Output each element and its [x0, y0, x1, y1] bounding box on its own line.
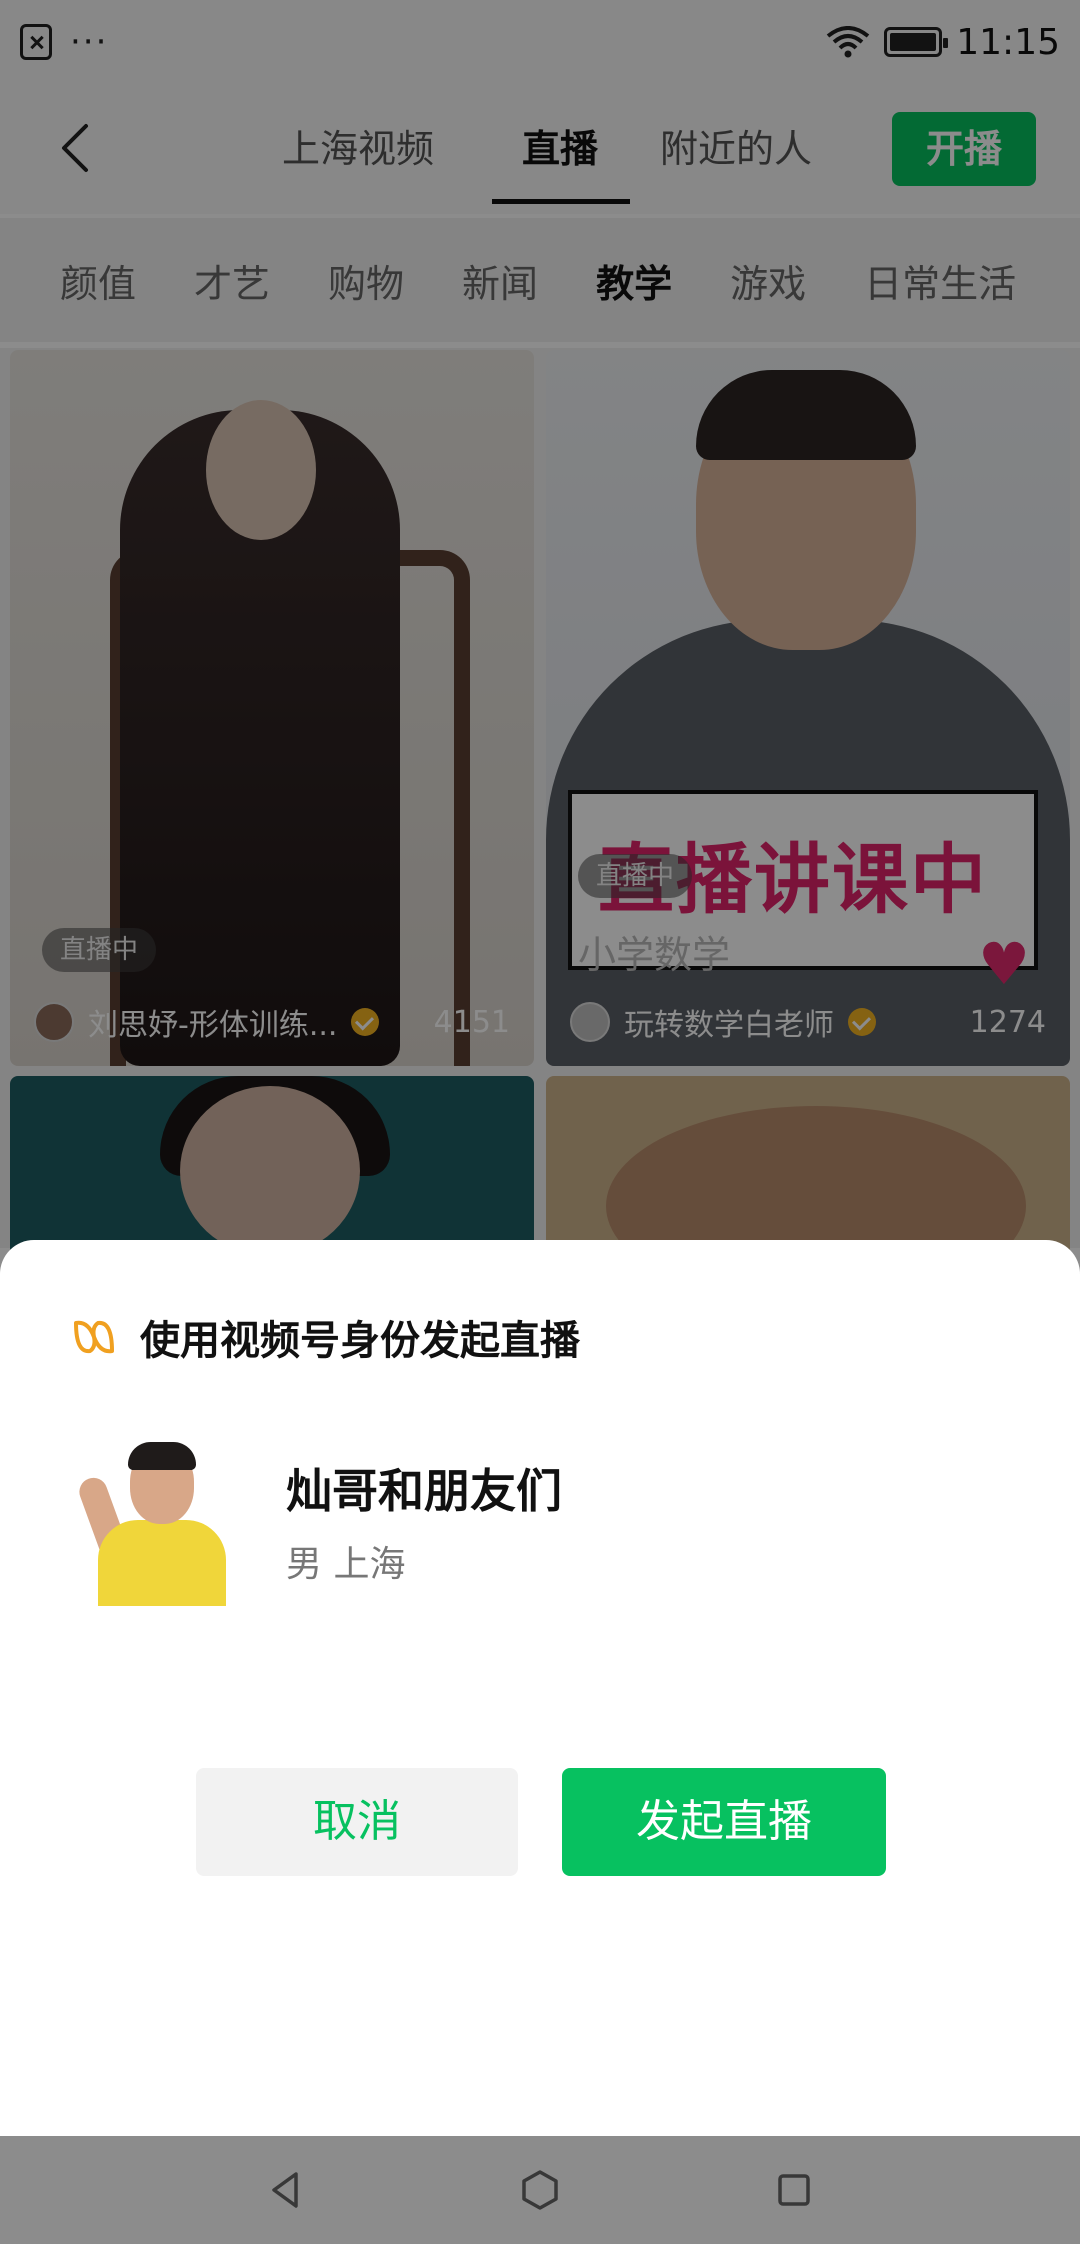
sheet-title: 使用视频号身份发起直播 — [140, 1318, 580, 1364]
start-live-sheet: 使用视频号身份发起直播 灿哥和朋友们 男 上海 取消 发起直播 — [0, 1240, 1080, 2136]
screen: ··· 11:15 上海视频 直播 附近的人 开播 颜值 才艺 购物 新闻 教学… — [0, 0, 1080, 2244]
profile-details: 男 上海 — [286, 1544, 406, 1585]
start-live-confirm-button[interactable]: 发起直播 — [562, 1768, 886, 1876]
profile-row: 灿哥和朋友们 男 上海 — [70, 1436, 562, 1606]
profile-name: 灿哥和朋友们 — [286, 1464, 562, 1518]
profile-info: 灿哥和朋友们 男 上海 — [286, 1455, 562, 1587]
avatar — [70, 1436, 250, 1606]
cancel-button[interactable]: 取消 — [196, 1768, 518, 1876]
sheet-header: 使用视频号身份发起直播 — [70, 1308, 580, 1366]
channels-logo-icon — [74, 1320, 114, 1354]
